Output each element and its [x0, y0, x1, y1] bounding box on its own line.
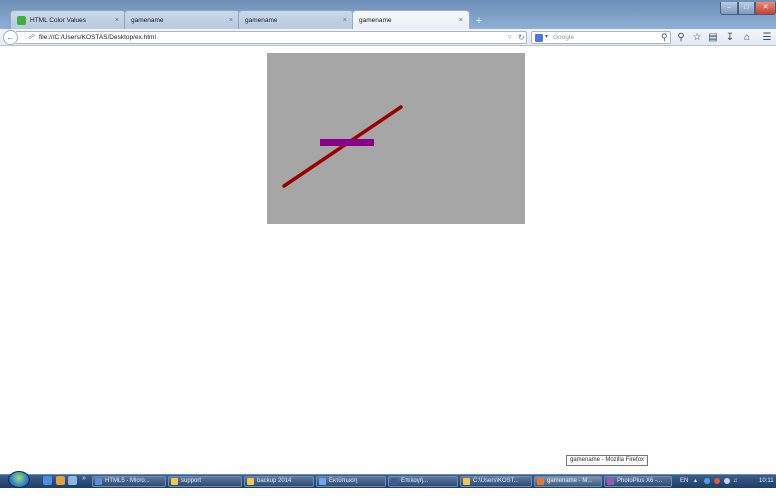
- language-indicator[interactable]: EN: [680, 476, 688, 486]
- taskbar-button-firefox[interactable]: gamename - M...: [534, 476, 602, 487]
- volume-icon[interactable]: ♫: [733, 476, 738, 486]
- tab-close-icon[interactable]: ×: [229, 17, 233, 24]
- tab-label: gamename: [131, 17, 164, 24]
- app-icon: [95, 478, 102, 485]
- taskbar-button-label: HTML5 - Micro...: [105, 478, 150, 484]
- app-icon: [319, 478, 326, 485]
- close-window-button[interactable]: ✕: [755, 2, 776, 15]
- bookmarks-menu-icon[interactable]: ▤: [706, 31, 720, 45]
- system-tray: EN ▴ ♫ 10:11 μμ: [680, 476, 776, 494]
- photoplus-icon: [607, 478, 614, 485]
- address-bar[interactable]: ☍ file:///C:/Users/KOSTAS/Desktop/ex.htm…: [16, 31, 527, 44]
- tab-close-icon[interactable]: ×: [459, 17, 463, 24]
- globe-icon: ☍: [28, 34, 36, 41]
- taskbar-button-label: PhotoPlus X6 -...: [617, 478, 663, 484]
- menu-icon[interactable]: ☰: [760, 31, 774, 45]
- tab-label: gamename: [245, 17, 278, 24]
- security-status-icon[interactable]: [714, 478, 720, 484]
- tab-label: HTML Color Values: [30, 17, 86, 24]
- taskbar-button-options[interactable]: Επιλογή...: [388, 476, 458, 487]
- tray-expand-icon[interactable]: ▴: [694, 476, 697, 486]
- taskbar-button-users-folder[interactable]: C:\Users\KOST...: [460, 476, 532, 487]
- clock[interactable]: 10:11 μμ: [759, 476, 776, 496]
- search-icon[interactable]: ⚲: [674, 31, 688, 45]
- taskbar-button-print[interactable]: Εκτύπωση: [316, 476, 386, 487]
- close-icon: ✕: [762, 4, 769, 11]
- game-canvas[interactable]: [267, 53, 525, 224]
- taskbar-button-support[interactable]: support: [168, 476, 242, 487]
- tab-close-icon[interactable]: ×: [343, 17, 347, 24]
- back-arrow-icon: ←: [6, 33, 15, 42]
- taskbar-button-label: gamename - M...: [547, 478, 593, 484]
- back-button[interactable]: ←: [3, 30, 18, 45]
- tab-gamename-active[interactable]: gamename ×: [352, 10, 470, 30]
- url-text[interactable]: file:///C:/Users/KOSTAS/Desktop/ex.html: [39, 34, 156, 41]
- tab-gamename-2[interactable]: gamename ×: [238, 10, 354, 30]
- folder-icon: [463, 478, 470, 485]
- tab-gamename-1[interactable]: gamename ×: [124, 10, 240, 30]
- firefox-icon: [537, 478, 544, 485]
- canvas-bar: [320, 139, 374, 146]
- taskbar-button-photoplus[interactable]: PhotoPlus X6 -...: [604, 476, 672, 487]
- new-tab-button[interactable]: +: [472, 14, 486, 28]
- google-icon[interactable]: [535, 34, 543, 42]
- quicklaunch-overflow-icon[interactable]: »: [82, 475, 86, 482]
- quicklaunch-folder-icon[interactable]: [68, 476, 77, 485]
- minimize-button[interactable]: –: [720, 2, 738, 15]
- taskbar-button-html5[interactable]: HTML5 - Micro...: [92, 476, 166, 487]
- quicklaunch-firefox-icon[interactable]: [56, 476, 65, 485]
- tab-close-icon[interactable]: ×: [115, 17, 119, 24]
- taskbar-button-label: support: [181, 478, 202, 484]
- minimize-icon: –: [727, 4, 731, 11]
- quicklaunch-explorer-icon[interactable]: [43, 476, 52, 485]
- maximize-icon: □: [744, 4, 749, 11]
- html-color-values-favicon-icon: [17, 16, 26, 25]
- tab-html-color-values[interactable]: HTML Color Values ×: [10, 10, 126, 30]
- search-bar[interactable]: ▾ Google ⚲: [531, 31, 671, 44]
- canvas-line: [282, 105, 403, 188]
- search-input[interactable]: Google: [553, 34, 574, 41]
- app-icon: [391, 478, 398, 485]
- maximize-button[interactable]: □: [738, 2, 755, 15]
- bookmark-star-icon[interactable]: ☆: [690, 31, 704, 45]
- taskbar-button-label: Επιλογή...: [401, 478, 429, 484]
- tab-label: gamename: [359, 17, 392, 24]
- downloads-icon[interactable]: ↧: [723, 31, 737, 45]
- folder-icon: [171, 478, 178, 485]
- reload-icon[interactable]: ↻: [518, 33, 525, 42]
- folder-icon: [247, 478, 254, 485]
- taskbar-button-label: backup 2014: [257, 478, 292, 484]
- window-tooltip: gamename - Mozilla Firefox: [566, 455, 649, 466]
- taskbar-button-label: Εκτύπωση: [329, 478, 358, 484]
- canvas-drawing: [282, 105, 403, 188]
- navigation-bar: ☍ file:///C:/Users/KOSTAS/Desktop/ex.htm…: [0, 29, 776, 46]
- taskbar-button-label: C:\Users\KOST...: [473, 478, 519, 484]
- engine-dropdown-icon[interactable]: ▾: [545, 33, 548, 40]
- network-bars-icon[interactable]: [724, 478, 730, 484]
- start-button[interactable]: [8, 471, 30, 488]
- taskbar-button-backup[interactable]: backup 2014: [244, 476, 314, 487]
- network-status-icon[interactable]: [704, 478, 710, 484]
- home-icon[interactable]: ⌂: [740, 31, 754, 45]
- search-icon[interactable]: ⚲: [661, 32, 668, 43]
- history-dropdown-icon[interactable]: ▿: [508, 33, 512, 41]
